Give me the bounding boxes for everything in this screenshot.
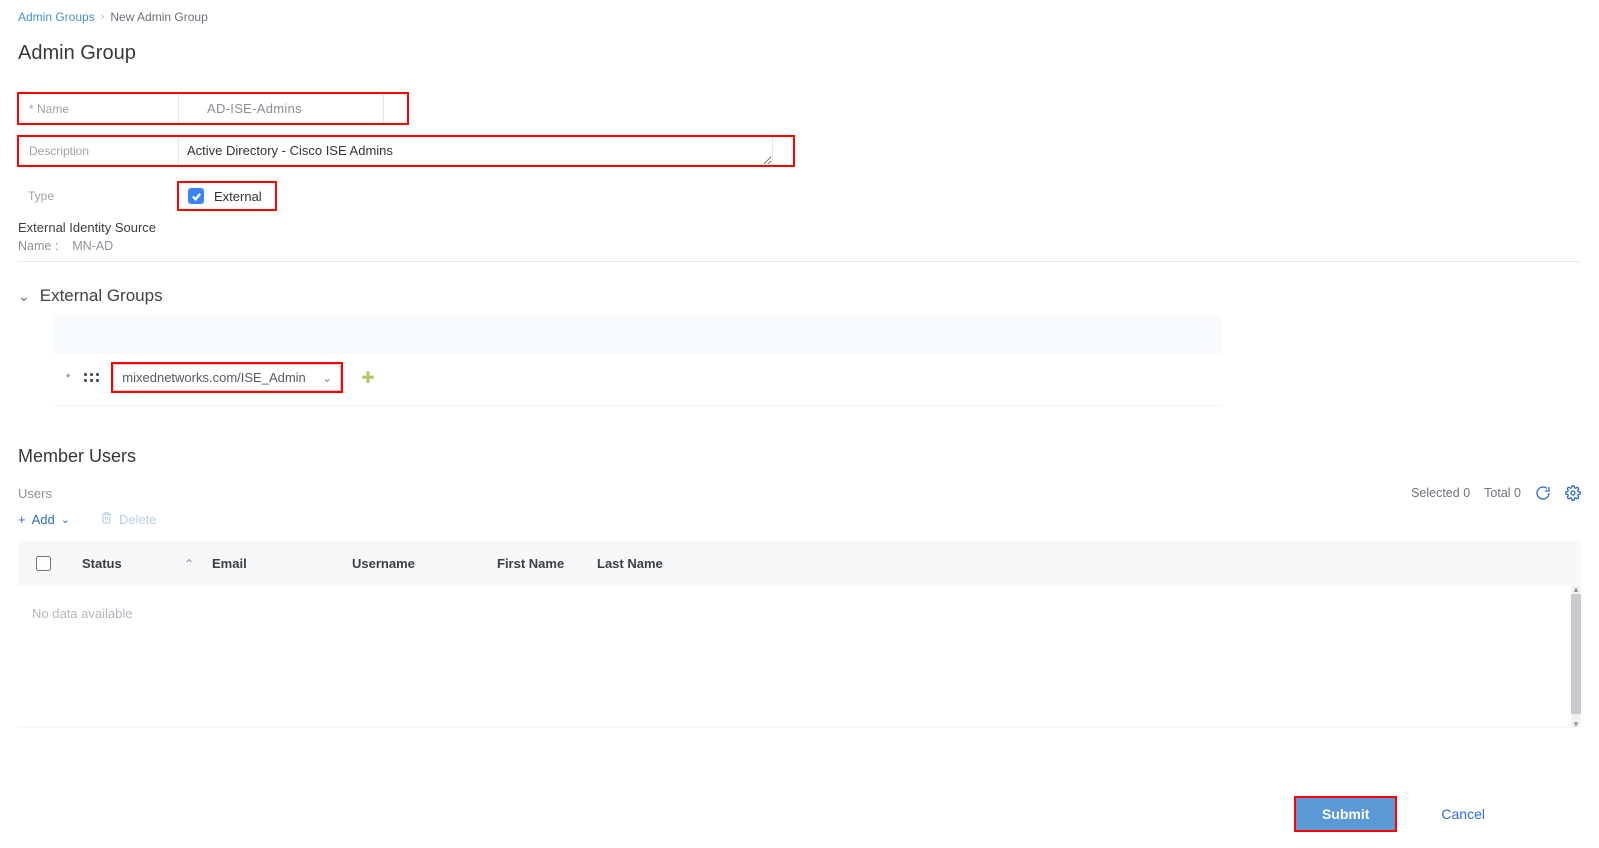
- column-email[interactable]: Email: [212, 556, 352, 571]
- submit-button[interactable]: Submit: [1296, 798, 1395, 830]
- footer-actions: Submit Cancel: [18, 798, 1581, 830]
- external-identity-source-name: Name : MN-AD: [18, 239, 1581, 253]
- required-asterisk: *: [54, 372, 70, 384]
- name-input[interactable]: AD-ISE-Admins: [178, 93, 384, 124]
- trash-icon: [100, 511, 113, 527]
- select-all-cell: [32, 553, 82, 574]
- column-status[interactable]: Status ⌃: [82, 556, 212, 571]
- external-group-selected-value: mixednetworks.com/ISE_Admin: [122, 370, 306, 385]
- delete-label: Delete: [119, 512, 157, 527]
- column-first-name[interactable]: First Name: [497, 556, 597, 571]
- scroll-down-icon[interactable]: ▾: [1571, 719, 1581, 729]
- column-status-label: Status: [82, 556, 122, 571]
- divider: [18, 261, 1581, 262]
- select-all-checkbox[interactable]: [36, 556, 51, 571]
- column-username[interactable]: Username: [352, 556, 497, 571]
- check-icon: [191, 191, 202, 202]
- table-body: No data available ▴ ▾: [18, 586, 1581, 728]
- chevron-right-icon: ›: [101, 11, 105, 23]
- delete-user-button[interactable]: Delete: [100, 511, 157, 527]
- scrollbar-thumb[interactable]: [1571, 594, 1581, 714]
- add-group-icon[interactable]: ✚: [355, 368, 374, 388]
- caret-down-icon: ⌄: [18, 288, 30, 305]
- external-groups-band: [54, 316, 1221, 354]
- external-group-select[interactable]: mixednetworks.com/ISE_Admin ⌄: [113, 364, 341, 391]
- external-identity-source-heading: External Identity Source: [18, 220, 1581, 235]
- sort-asc-icon: ⌃: [184, 557, 194, 571]
- chevron-down-icon: ⌄: [61, 513, 70, 526]
- external-group-row: * mixednetworks.com/ISE_Admin ⌄ ✚: [54, 354, 1221, 406]
- scrollbar-track[interactable]: ▴ ▾: [1571, 586, 1581, 727]
- name-field-row: * Name AD-ISE-Admins: [18, 93, 408, 124]
- type-value-text: External: [214, 189, 262, 204]
- users-table: Status ⌃ Email Username First Name Last …: [18, 541, 1581, 728]
- table-header-row: Status ⌃ Email Username First Name Last …: [18, 541, 1581, 586]
- type-field-row: Type External: [18, 182, 1581, 210]
- name-label: * Name: [18, 93, 178, 124]
- users-toolbar: Users Selected 0 Total 0: [18, 485, 1581, 501]
- member-users-heading: Member Users: [18, 446, 1581, 467]
- drag-handle-icon[interactable]: [84, 373, 99, 382]
- add-user-button[interactable]: + Add ⌄: [18, 512, 70, 527]
- scroll-up-icon[interactable]: ▴: [1571, 584, 1581, 594]
- users-label: Users: [18, 486, 52, 501]
- description-input[interactable]: [178, 136, 773, 166]
- chevron-down-icon: ⌄: [322, 371, 332, 385]
- description-label: Description: [18, 136, 178, 166]
- external-checkbox[interactable]: [188, 188, 204, 204]
- external-groups-toggle[interactable]: ⌨ ⌄ External Groups: [18, 286, 1581, 306]
- empty-state-text: No data available: [18, 586, 1581, 641]
- gear-icon[interactable]: [1565, 485, 1581, 501]
- plus-icon: +: [18, 512, 26, 527]
- type-label: Type: [18, 189, 178, 203]
- eis-name-label: Name :: [18, 239, 58, 253]
- description-field-row: Description: [18, 136, 794, 166]
- type-value-box: External: [178, 182, 276, 210]
- breadcrumb-root-link[interactable]: Admin Groups: [18, 10, 95, 24]
- refresh-icon[interactable]: [1535, 485, 1551, 501]
- selected-count: Selected 0: [1411, 486, 1470, 500]
- eis-name-value: MN-AD: [72, 239, 113, 253]
- page-title: Admin Group: [18, 42, 1581, 65]
- total-count: Total 0: [1484, 486, 1521, 500]
- breadcrumb: Admin Groups › New Admin Group: [18, 10, 1581, 24]
- column-last-name[interactable]: Last Name: [597, 556, 737, 571]
- external-groups-heading: External Groups: [40, 286, 163, 306]
- cancel-button[interactable]: Cancel: [1435, 805, 1491, 823]
- users-actions-row: + Add ⌄ Delete: [18, 511, 1581, 527]
- breadcrumb-current: New Admin Group: [110, 10, 207, 24]
- add-label: Add: [32, 512, 55, 527]
